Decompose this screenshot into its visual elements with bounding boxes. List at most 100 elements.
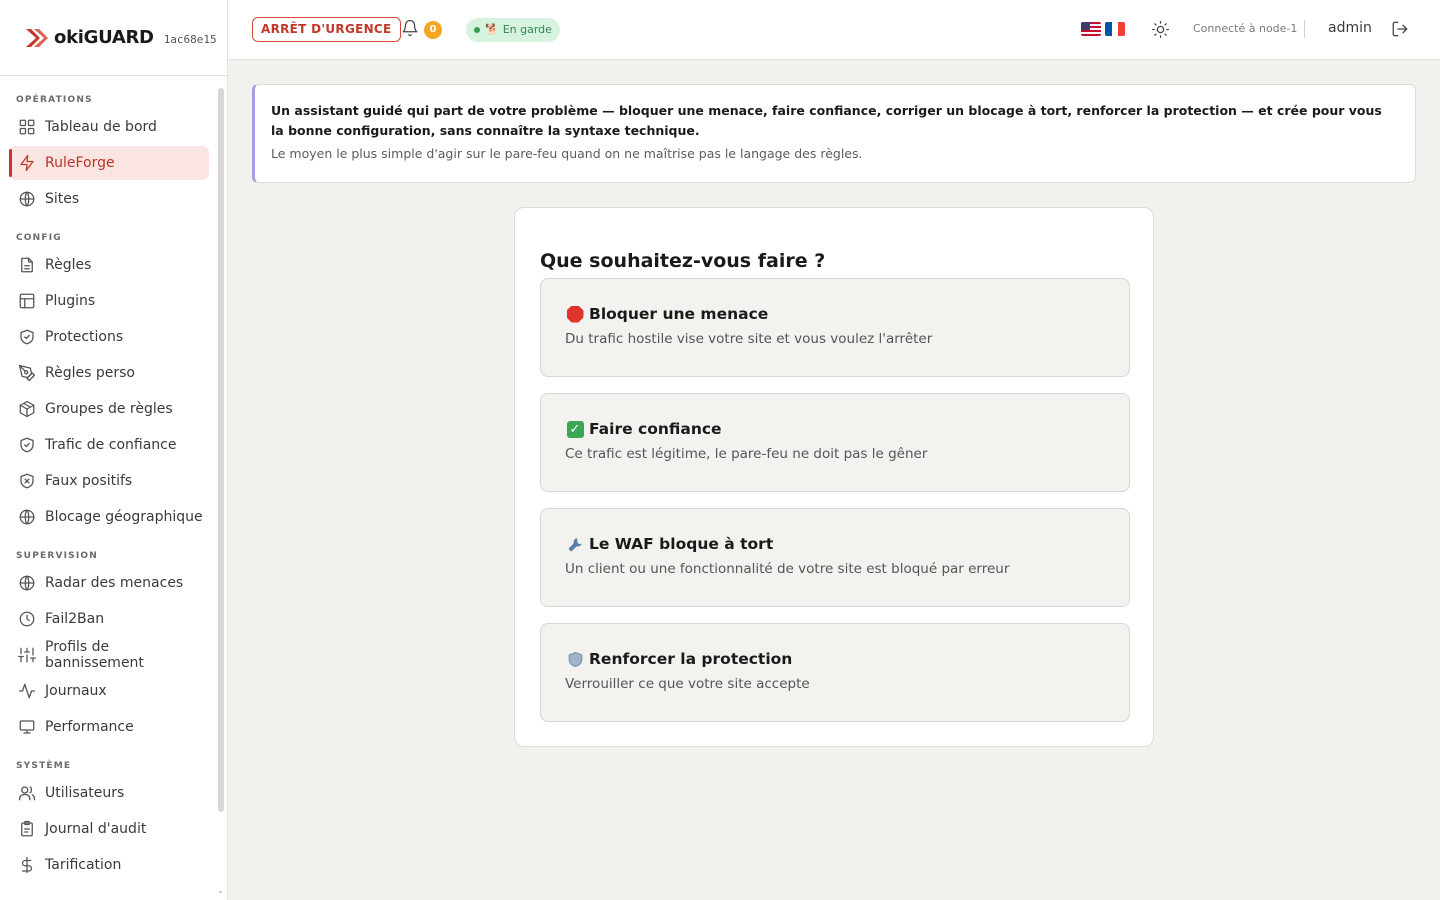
fr-flag-icon[interactable]	[1105, 22, 1125, 36]
sidebar-item-label: Protections	[45, 329, 124, 345]
clock-icon	[18, 610, 36, 628]
option-title-row: Renforcer la protection	[565, 650, 1129, 668]
section-label-supervision: SUPERVISION	[16, 551, 98, 561]
sidebar-item-ruleforge[interactable]: RuleForge	[9, 146, 209, 180]
sliders-icon	[18, 646, 36, 664]
option-trust[interactable]: ✓ Faire confiance Ce trafic est légitime…	[540, 393, 1130, 492]
sidebar-item-regles-perso[interactable]: Règles perso	[9, 356, 209, 390]
globe-icon	[18, 574, 36, 592]
sidebar-item-label: RuleForge	[45, 155, 115, 171]
monitor-icon	[18, 718, 36, 736]
sidebar-item-label: Sites	[45, 191, 80, 207]
ruleforge-wizard: Que souhaitez-vous faire ? Bloquer une m…	[514, 207, 1154, 747]
activity-icon	[18, 682, 36, 700]
option-title-row: Le WAF bloque à tort	[565, 535, 1129, 553]
sidebar-item-label: Fail2Ban	[45, 611, 105, 627]
sidebar-item-performance[interactable]: Performance	[9, 710, 209, 744]
option-title: Faire confiance	[589, 420, 722, 438]
dollar-icon	[18, 856, 36, 874]
sidebar-item-tarification[interactable]: Tarification	[9, 848, 209, 882]
sidebar-item-label: Tarification	[45, 857, 122, 873]
sun-icon	[1151, 20, 1170, 39]
pen-tool-icon	[18, 364, 36, 382]
language-switcher[interactable]	[1081, 19, 1125, 36]
option-false-block[interactable]: Le WAF bloque à tort Un client ou une fo…	[540, 508, 1130, 607]
dog-icon: 🐕	[485, 23, 499, 36]
sidebar-item-sites[interactable]: Sites	[9, 182, 209, 216]
sidebar-item-label: Groupes de règles	[45, 401, 173, 417]
users-icon	[18, 784, 36, 802]
sidebar-item-label: Utilisateurs	[45, 785, 125, 801]
sidebar: okiGUARD 1ac68e15 OPÉRATIONS Tableau de …	[0, 0, 228, 900]
sidebar-item-plugins[interactable]: Plugins	[9, 284, 209, 318]
theme-toggle-button[interactable]	[1151, 20, 1170, 43]
sidebar-item-protections[interactable]: Protections	[9, 320, 209, 354]
sidebar-item-utilisateurs[interactable]: Utilisateurs	[9, 776, 209, 810]
layout-icon	[18, 292, 36, 310]
logout-icon	[1392, 21, 1408, 37]
package-icon	[18, 400, 36, 418]
sidebar-item-label: Faux positifs	[45, 473, 133, 489]
sidebar-item-tableau-de-bord[interactable]: Tableau de bord	[9, 110, 209, 144]
sidebar-item-blocage-geographique[interactable]: Blocage géographique	[9, 500, 209, 534]
top-bar: ARRÊT D'URGENCE 0 🐕 En garde Connecté à …	[228, 0, 1440, 60]
sidebar-item-label: Journaux	[45, 683, 107, 699]
sidebar-item-trafic-de-confiance[interactable]: Trafic de confiance	[9, 428, 209, 462]
sidebar-item-label: Règles	[45, 257, 92, 273]
sidebar-nav: OPÉRATIONS Tableau de bord RuleForge Sit…	[0, 78, 218, 884]
notifications-button[interactable]	[401, 19, 421, 39]
option-title: Bloquer une menace	[589, 305, 769, 323]
sidebar-item-journaux[interactable]: Journaux	[9, 674, 209, 708]
option-title: Renforcer la protection	[589, 650, 793, 668]
sidebar-item-label: Radar des menaces	[45, 575, 184, 591]
bolt-icon	[18, 154, 36, 172]
grid-icon	[18, 118, 36, 136]
wizard-title: Que souhaitez-vous faire ?	[540, 250, 826, 272]
shield-check-icon	[18, 328, 36, 346]
sidebar-item-label: Performance	[45, 719, 134, 735]
sidebar-item-profils-de-bannissement[interactable]: Profils de bannissement	[9, 638, 209, 672]
clipboard-icon	[18, 820, 36, 838]
option-description: Un client ou une fonctionnalité de votre…	[565, 561, 1010, 577]
okiguard-logo-icon	[26, 28, 48, 47]
sidebar-item-label: Blocage géographique	[45, 509, 203, 525]
globe-icon	[18, 508, 36, 526]
emergency-stop-button[interactable]: ARRÊT D'URGENCE	[252, 17, 401, 42]
wrench-icon	[565, 536, 585, 553]
us-flag-icon[interactable]	[1081, 22, 1101, 36]
sidebar-item-label: Trafic de confiance	[45, 437, 177, 453]
stop-sign-icon	[565, 305, 585, 323]
notification-count-badge: 0	[424, 21, 442, 39]
sidebar-item-fail2ban[interactable]: Fail2Ban	[9, 602, 209, 636]
option-description: Ce trafic est légitime, le pare-feu ne d…	[565, 446, 928, 462]
status-dot	[474, 27, 480, 33]
banner-description: Un assistant guidé qui part de votre pro…	[271, 103, 1382, 138]
sidebar-item-label: Plugins	[45, 293, 96, 309]
option-harden-protection[interactable]: Renforcer la protection Verrouiller ce q…	[540, 623, 1130, 722]
option-block-threat[interactable]: Bloquer une menace Du trafic hostile vis…	[540, 278, 1130, 377]
bell-icon	[402, 19, 418, 37]
connection-status: Connecté à node-1	[1193, 22, 1298, 35]
logout-button[interactable]	[1391, 20, 1409, 42]
brand-name: okiGUARD	[54, 27, 154, 48]
sidebar-item-groupes-de-regles[interactable]: Groupes de règles	[9, 392, 209, 426]
sidebar-item-faux-positifs[interactable]: Faux positifs	[9, 464, 209, 498]
brand[interactable]: okiGUARD 1ac68e15	[0, 0, 227, 76]
option-description: Du trafic hostile vise votre site et vou…	[565, 331, 933, 347]
section-label-operations: OPÉRATIONS	[16, 95, 93, 105]
sidebar-scrollbar[interactable]	[218, 88, 224, 812]
sidebar-item-regles[interactable]: Règles	[9, 248, 209, 282]
shield-check-icon	[18, 436, 36, 454]
option-title: Le WAF bloque à tort	[589, 535, 774, 553]
status-label: En garde	[502, 23, 552, 36]
user-menu[interactable]: admin	[1328, 20, 1372, 36]
sidebar-item-journal-d-audit[interactable]: Journal d'audit	[9, 812, 209, 846]
scroll-down-arrow-icon[interactable]: ⌄	[217, 886, 224, 895]
file-icon	[18, 256, 36, 274]
sidebar-item-label: Règles perso	[45, 365, 135, 381]
sidebar-item-radar-des-menaces[interactable]: Radar des menaces	[9, 566, 209, 600]
sidebar-item-label: Tableau de bord	[45, 119, 157, 135]
option-description: Verrouiller ce que votre site accepte	[565, 676, 810, 692]
option-title-row: ✓ Faire confiance	[565, 420, 1129, 438]
shield-icon	[565, 651, 585, 668]
